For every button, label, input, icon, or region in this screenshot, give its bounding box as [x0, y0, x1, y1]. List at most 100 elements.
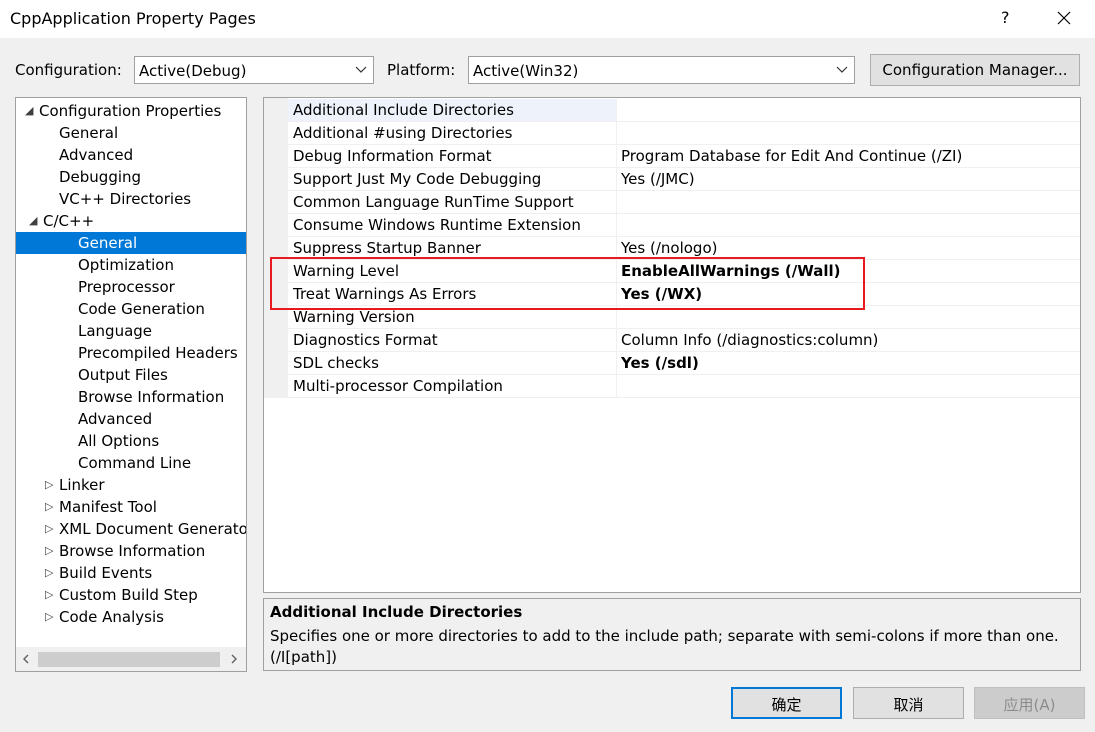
property-name: Additional #using Directories	[293, 124, 513, 142]
property-name: Additional Include Directories	[293, 101, 514, 119]
property-name: Suppress Startup Banner	[293, 239, 481, 257]
tree-item[interactable]: C/C++	[43, 210, 94, 232]
scroll-left-icon[interactable]	[22, 654, 30, 664]
tree-item[interactable]: Language	[78, 320, 152, 342]
property-value[interactable]: EnableAllWarnings (/Wall)	[621, 262, 841, 280]
property-row[interactable]: Diagnostics Format Column Info (/diagnost…	[288, 329, 1080, 352]
property-row[interactable]: Warning Version	[288, 306, 1080, 329]
tree-item[interactable]: Configuration Properties	[39, 100, 221, 122]
property-row[interactable]: Additional Include Directories	[288, 99, 1080, 122]
property-name: Consume Windows Runtime Extension	[293, 216, 581, 234]
tree-item[interactable]: Linker	[59, 474, 105, 496]
tree-item[interactable]: XML Document Generato	[59, 518, 246, 540]
property-row[interactable]: Suppress Startup Banner Yes (/nologo)	[288, 237, 1080, 260]
column-divider	[616, 352, 617, 375]
property-value[interactable]: Column Info (/diagnostics:column)	[621, 331, 878, 349]
collapsed-arrow-icon[interactable]: ▷	[45, 474, 53, 496]
property-value[interactable]: Program Database for Edit And Continue (…	[621, 147, 962, 165]
property-name: Support Just My Code Debugging	[293, 170, 542, 188]
column-divider	[616, 145, 617, 168]
column-divider	[616, 99, 617, 122]
property-name: SDL checks	[293, 354, 379, 372]
property-name: Treat Warnings As Errors	[293, 285, 477, 303]
column-divider	[616, 375, 617, 398]
column-divider	[616, 329, 617, 352]
property-row[interactable]: Common Language RunTime Support	[288, 191, 1080, 214]
ok-button[interactable]: 确定	[731, 687, 842, 719]
property-row[interactable]: Additional #using Directories	[288, 122, 1080, 145]
window-title: CppApplication Property Pages	[10, 9, 256, 28]
platform-value: Active(Win32)	[473, 62, 579, 80]
tree-item[interactable]: Debugging	[59, 166, 141, 188]
tree-item[interactable]: All Options	[78, 430, 159, 452]
column-divider	[616, 191, 617, 214]
column-divider	[616, 260, 617, 283]
property-row[interactable]: Consume Windows Runtime Extension	[288, 214, 1080, 237]
description-pane: Additional Include Directories Specifies…	[263, 598, 1081, 671]
tree-item[interactable]: Manifest Tool	[59, 496, 157, 518]
property-row[interactable]: Warning Level EnableAllWarnings (/Wall)	[288, 260, 1080, 283]
property-value[interactable]: Yes (/JMC)	[621, 170, 695, 188]
expanded-arrow-icon[interactable]: ◢	[29, 210, 37, 232]
collapsed-arrow-icon[interactable]: ▷	[45, 518, 53, 540]
tree-item[interactable]: Custom Build Step	[59, 584, 198, 606]
column-divider	[616, 283, 617, 306]
property-row[interactable]: Debug Information Format Program Database…	[288, 145, 1080, 168]
tree-item[interactable]: Browse Information	[59, 540, 205, 562]
platform-dropdown[interactable]: Active(Win32)	[468, 56, 855, 84]
tree-item[interactable]: Precompiled Headers	[78, 342, 238, 364]
tree-item[interactable]: Preprocessor	[78, 276, 175, 298]
close-icon[interactable]	[1052, 5, 1076, 31]
chevron-down-icon	[836, 66, 848, 73]
expanded-arrow-icon[interactable]: ◢	[25, 100, 33, 122]
configuration-manager-button[interactable]: Configuration Manager...	[870, 54, 1080, 86]
apply-button[interactable]: 应用(A)	[974, 687, 1085, 719]
tree-item[interactable]: Advanced	[59, 144, 133, 166]
scroll-right-icon[interactable]	[230, 654, 238, 664]
tree-item[interactable]: Optimization	[78, 254, 174, 276]
property-value[interactable]: Yes (/nologo)	[621, 239, 717, 257]
property-value[interactable]: Yes (/WX)	[621, 285, 702, 303]
help-button[interactable]: ?	[1001, 8, 1010, 27]
property-row[interactable]: Multi-processor Compilation	[288, 375, 1080, 398]
tree-item[interactable]: General	[59, 122, 118, 144]
grid-gutter	[264, 98, 288, 398]
tree-item[interactable]: Advanced	[78, 408, 152, 430]
column-divider	[616, 237, 617, 260]
column-divider	[616, 306, 617, 329]
property-row[interactable]: Treat Warnings As Errors Yes (/WX)	[288, 283, 1080, 306]
property-row[interactable]: Support Just My Code Debugging Yes (/JMC)	[288, 168, 1080, 191]
tree-item[interactable]: Command Line	[78, 452, 191, 474]
property-name: Multi-processor Compilation	[293, 377, 503, 395]
collapsed-arrow-icon[interactable]: ▷	[45, 584, 53, 606]
chevron-down-icon	[355, 66, 367, 73]
collapsed-arrow-icon[interactable]: ▷	[45, 606, 53, 628]
column-divider	[616, 214, 617, 237]
title-bar: CppApplication Property Pages ?	[0, 0, 1095, 38]
cancel-button[interactable]: 取消	[853, 687, 964, 719]
property-tree[interactable]: ◢ Configuration Properties General Advanced…	[15, 97, 247, 672]
tree-item[interactable]: Code Analysis	[59, 606, 164, 628]
property-value[interactable]: Yes (/sdl)	[621, 354, 699, 372]
tree-item[interactable]: General	[16, 232, 246, 254]
tree-item[interactable]: Output Files	[78, 364, 168, 386]
column-divider	[616, 122, 617, 145]
tree-item[interactable]: Browse Information	[78, 386, 224, 408]
property-row[interactable]: SDL checks Yes (/sdl)	[288, 352, 1080, 375]
collapsed-arrow-icon[interactable]: ▷	[45, 496, 53, 518]
configuration-dropdown[interactable]: Active(Debug)	[134, 56, 374, 84]
horizontal-scrollbar[interactable]	[16, 647, 246, 671]
description-title: Additional Include Directories	[270, 603, 523, 621]
collapsed-arrow-icon[interactable]: ▷	[45, 540, 53, 562]
description-text: Specifies one or more directories to add…	[270, 627, 1059, 666]
scrollbar-thumb[interactable]	[38, 652, 220, 667]
tree-item[interactable]: Code Generation	[78, 298, 205, 320]
tree-item[interactable]: VC++ Directories	[59, 188, 191, 210]
column-divider	[616, 168, 617, 191]
property-grid[interactable]: Additional Include Directories Additional…	[263, 97, 1081, 593]
property-name: Common Language RunTime Support	[293, 193, 574, 211]
collapsed-arrow-icon[interactable]: ▷	[45, 562, 53, 584]
configuration-label: Configuration:	[15, 61, 122, 79]
property-name: Debug Information Format	[293, 147, 492, 165]
tree-item[interactable]: Build Events	[59, 562, 152, 584]
